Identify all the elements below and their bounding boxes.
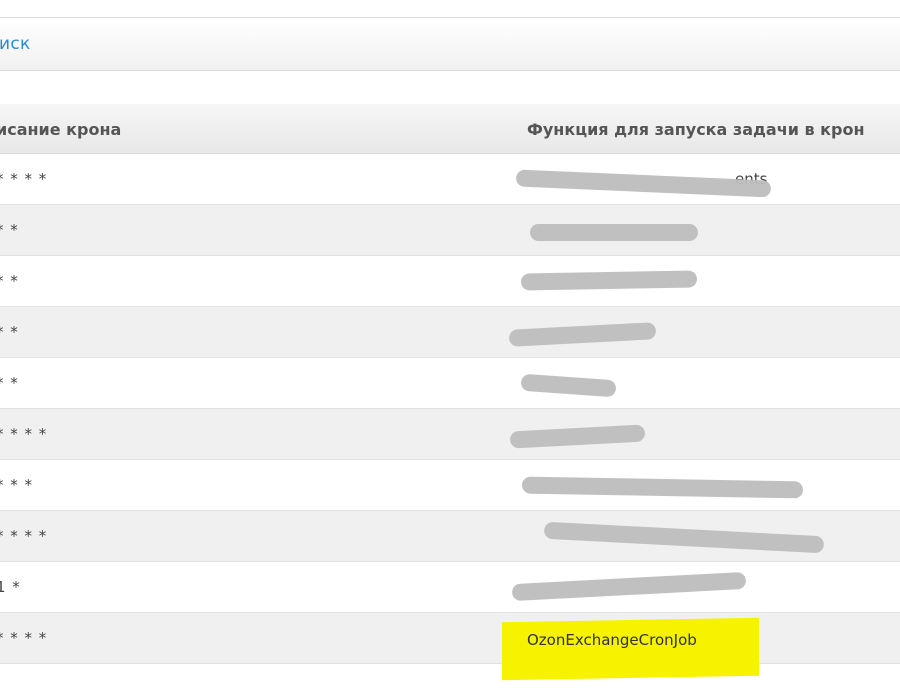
- yellow-highlight-marker: [502, 617, 759, 681]
- table-row[interactable]: * *: [0, 205, 900, 256]
- cron-schedule-cell: * * * *: [0, 527, 48, 545]
- table-row[interactable]: 1 *: [0, 562, 900, 613]
- cron-schedule-cell: * *: [0, 374, 19, 392]
- table-row[interactable]: * *: [0, 256, 900, 307]
- cron-schedule-cell: * * * *: [0, 170, 48, 188]
- table-header: исание крона Функция для запуска задачи …: [0, 104, 900, 154]
- table-row[interactable]: * * * *: [0, 613, 900, 664]
- table-row[interactable]: * *: [0, 358, 900, 409]
- table-row[interactable]: * * * * ents: [0, 154, 900, 205]
- redaction-scribble: [520, 270, 698, 291]
- search-toolbar: иск: [0, 17, 900, 71]
- table-body: * * * * ents * * * * * * * * * * * *: [0, 154, 900, 664]
- cron-jobs-page: иск исание крона Функция для запуска зад…: [0, 0, 900, 700]
- column-header-cron-function[interactable]: Функция для запуска задачи в крон: [527, 120, 865, 139]
- cron-schedule-cell: * *: [0, 221, 19, 239]
- table-row[interactable]: * *: [0, 307, 900, 358]
- table-row[interactable]: * * * *: [0, 409, 900, 460]
- column-header-cron-description[interactable]: исание крона: [0, 120, 121, 139]
- cron-schedule-cell: * *: [0, 272, 19, 290]
- cron-schedule-cell: * * * *: [0, 425, 48, 443]
- cron-schedule-cell: * * * *: [0, 629, 48, 647]
- cron-schedule-cell: * *: [0, 323, 19, 341]
- cron-schedule-cell: * * *: [0, 476, 34, 494]
- search-link[interactable]: иск: [0, 34, 31, 54]
- cron-function-cell-highlighted: OzonExchangeCronJob: [527, 631, 697, 649]
- cron-schedule-cell: 1 *: [0, 578, 21, 596]
- redaction-scribble: [530, 224, 698, 241]
